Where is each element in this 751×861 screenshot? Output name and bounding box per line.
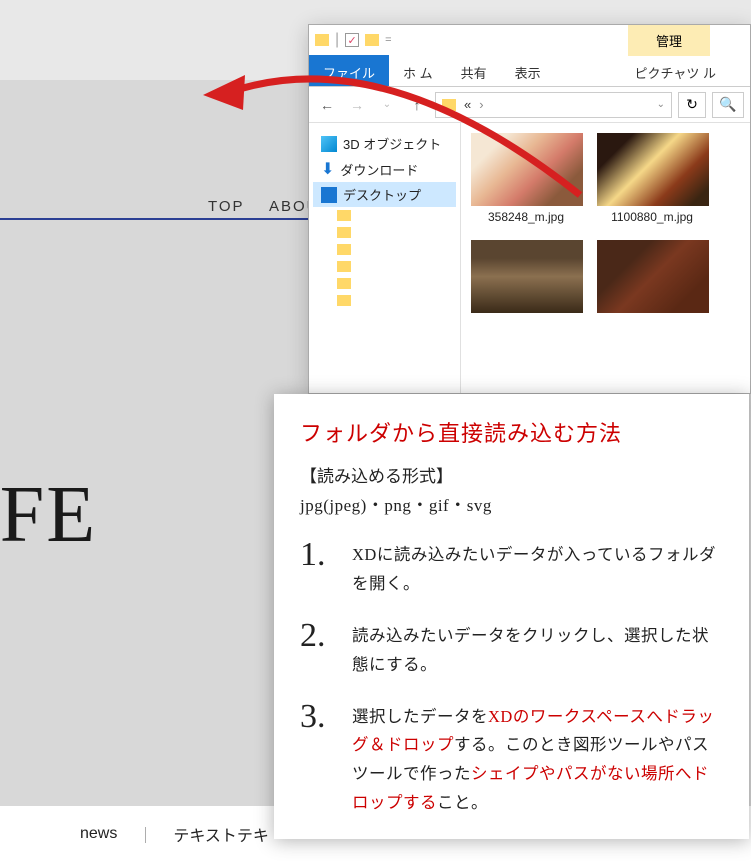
cube-icon [321, 136, 337, 152]
folder-icon [337, 278, 351, 289]
explorer-sidebar[interactable]: 3D オブジェクト ⬇ ダウンロード デスクトップ [309, 123, 461, 393]
sidebar-item-desktop[interactable]: デスクトップ [313, 182, 456, 207]
file-thumbnail [471, 133, 583, 206]
folder-icon [315, 34, 329, 46]
address-path[interactable]: « › ⌄ [435, 92, 672, 118]
step-text: 選択したデータをXDのワークスペースへドラッグ＆ドロップする。このとき図形ツール… [352, 700, 723, 819]
refresh-button[interactable]: ↻ [678, 92, 706, 118]
step-text: 読み込みたいデータをクリックし、選択した状態にする。 [352, 619, 723, 680]
path-dropdown-icon[interactable]: ⌄ [657, 99, 665, 110]
folder-icon [337, 261, 351, 272]
footer-text: テキストテキ [173, 822, 269, 846]
sidebar-subfolder[interactable] [313, 292, 456, 309]
tab-view[interactable]: 表示 [501, 55, 555, 86]
instruction-title: フォルダから直接読み込む方法 [300, 416, 723, 448]
file-item[interactable]: 358248_m.jpg [471, 133, 581, 224]
tab-file[interactable]: ファイル [309, 55, 389, 86]
file-item[interactable] [597, 240, 707, 317]
folder-icon [337, 295, 351, 306]
folder-icon [337, 227, 351, 238]
step-number: 1. [300, 538, 338, 572]
tab-picture-tools[interactable]: ピクチャツ ル [621, 55, 730, 86]
nav-forward-button[interactable]: → [345, 93, 369, 117]
step-text: XDに読み込みたいデータが入っているフォルダを開く。 [352, 538, 723, 599]
folder-icon [442, 99, 456, 111]
explorer-body: 3D オブジェクト ⬇ ダウンロード デスクトップ 358248_m.jpg [309, 123, 750, 393]
footer-news[interactable]: news [80, 825, 117, 843]
instruction-formats: jpg(jpeg)・png・gif・svg [300, 491, 723, 516]
instruction-steps: 1. XDに読み込みたいデータが入っているフォルダを開く。 2. 読み込みたいデ… [300, 538, 723, 818]
search-button[interactable]: 🔍 [712, 92, 744, 118]
folder-icon [337, 210, 351, 221]
instruction-step: 2. 読み込みたいデータをクリックし、選択した状態にする。 [300, 619, 723, 680]
explorer-titlebar[interactable]: | ✓ = 管理 [309, 25, 750, 55]
instruction-panel: フォルダから直接読み込む方法 【読み込める形式】 jpg(jpeg)・png・g… [274, 394, 749, 839]
equals-icon: = [385, 34, 391, 46]
nav-top[interactable]: TOP [208, 198, 245, 215]
nav-dropdown-icon[interactable]: ⌄ [375, 93, 399, 117]
file-item[interactable]: 1100880_m.jpg [597, 133, 707, 224]
sidebar-subfolder[interactable] [313, 224, 456, 241]
checkbox-icon[interactable]: ✓ [345, 33, 359, 47]
sidebar-subfolder[interactable] [313, 258, 456, 275]
file-thumbnail [471, 240, 583, 313]
file-explorer-window[interactable]: | ✓ = 管理 ファイル ホ ム 共有 表示 ピクチャツ ル ← → ⌄ ↑ … [308, 24, 751, 394]
sidebar-subfolder[interactable] [313, 241, 456, 258]
xd-logo: AFE [0, 470, 97, 561]
sidebar-item-downloads[interactable]: ⬇ ダウンロード [313, 156, 456, 182]
sidebar-subfolder[interactable] [313, 275, 456, 292]
instruction-step: 3. 選択したデータをXDのワークスペースへドラッグ＆ドロップする。このとき図形… [300, 700, 723, 819]
sidebar-label: 3D オブジェクト [343, 134, 441, 153]
xd-rule [0, 218, 310, 220]
sidebar-subfolder[interactable] [313, 207, 456, 224]
instruction-subtitle: 【読み込める形式】 [300, 462, 723, 487]
tab-home[interactable]: ホ ム [389, 55, 447, 86]
path-sep: « [464, 97, 471, 112]
chevron-right-icon[interactable]: › [479, 97, 483, 112]
file-name: 1100880_m.jpg [611, 210, 693, 224]
instruction-step: 1. XDに読み込みたいデータが入っているフォルダを開く。 [300, 538, 723, 599]
folder-icon [365, 34, 379, 46]
sidebar-item-3d-objects[interactable]: 3D オブジェクト [313, 131, 456, 156]
nav-back-button[interactable]: ← [315, 93, 339, 117]
step-number: 2. [300, 619, 338, 653]
manage-tab[interactable]: 管理 [628, 25, 710, 56]
sidebar-label: ダウンロード [340, 160, 418, 179]
file-name: 358248_m.jpg [488, 210, 564, 224]
explorer-addressbar: ← → ⌄ ↑ « › ⌄ ↻ 🔍 [309, 87, 750, 123]
explorer-ribbon-tabs: ファイル ホ ム 共有 表示 ピクチャツ ル [309, 55, 750, 87]
nav-up-button[interactable]: ↑ [405, 93, 429, 117]
file-item[interactable] [471, 240, 581, 317]
tab-share[interactable]: 共有 [447, 55, 501, 86]
footer-divider: ｜ [137, 822, 153, 846]
download-icon: ⬇ [321, 159, 334, 179]
step-number: 3. [300, 700, 338, 734]
file-thumbnail [597, 240, 709, 313]
sidebar-label: デスクトップ [343, 185, 421, 204]
titlebar-separator: | [335, 31, 339, 49]
folder-icon [337, 244, 351, 255]
file-thumbnail [597, 133, 709, 206]
explorer-content[interactable]: 358248_m.jpg 1100880_m.jpg [461, 123, 750, 393]
desktop-icon [321, 187, 337, 203]
